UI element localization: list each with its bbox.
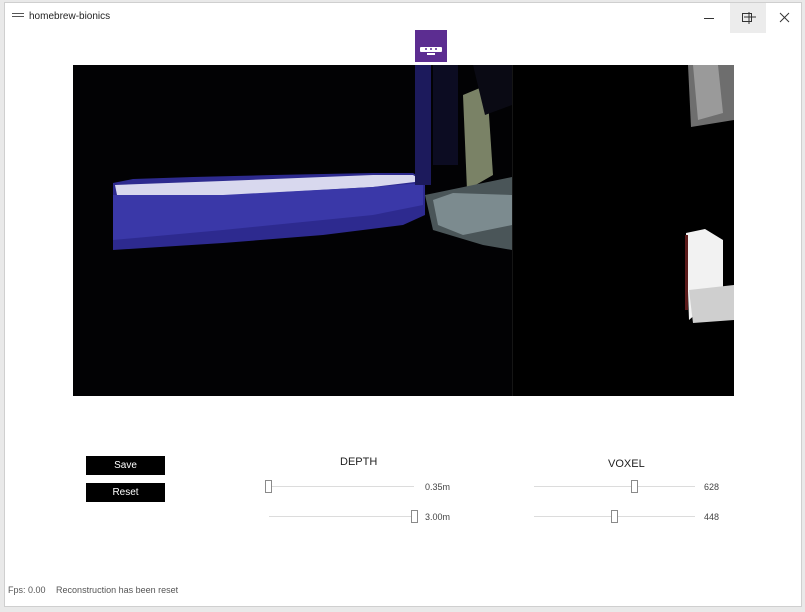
depth-max-slider[interactable] <box>269 510 418 523</box>
title-bar[interactable]: homebrew-bionics <box>5 3 801 33</box>
depth-camera-viewer[interactable] <box>73 65 734 396</box>
voxel-per-meter-slider[interactable] <box>534 480 695 493</box>
close-icon <box>779 12 790 23</box>
reconstruction-view <box>73 65 512 396</box>
depth-min-value: 0.35m <box>425 482 451 492</box>
depth-max-value: 3.00m <box>425 512 451 522</box>
close-button[interactable] <box>767 3 803 33</box>
depth-min-slider[interactable] <box>265 480 414 493</box>
status-message: Reconstruction has been reset <box>56 585 179 595</box>
slider-thumb[interactable] <box>631 480 638 493</box>
depth-view <box>513 65 734 396</box>
voxel-resolution-value: 448 <box>704 512 720 522</box>
voxel-resolution-slider[interactable] <box>534 510 695 523</box>
slider-thumb[interactable] <box>411 510 418 523</box>
voxel-label: VOXEL <box>608 458 645 470</box>
reset-button[interactable]: Reset <box>86 483 165 502</box>
app-window: homebrew-bionics Save Reset DEPTH 0.35m … <box>4 2 802 607</box>
depth-label: DEPTH <box>340 456 378 468</box>
maximize-button[interactable] <box>730 3 766 33</box>
fps-readout: Fps: 0.00 <box>8 585 46 595</box>
control-panel: Save Reset DEPTH 0.35m 3.00m VOXEL 628 4… <box>5 443 801 543</box>
hamburger-icon <box>12 13 24 21</box>
window-title: homebrew-bionics <box>29 11 111 22</box>
save-button[interactable]: Save <box>86 456 165 475</box>
kinect-icon <box>415 30 447 62</box>
slider-thumb[interactable] <box>265 480 272 493</box>
maximize-icon <box>742 12 756 24</box>
status-bar: Fps: 0.00 Reconstruction has been reset <box>8 585 186 595</box>
slider-thumb[interactable] <box>611 510 618 523</box>
voxel-per-meter-value: 628 <box>704 482 720 492</box>
minimize-icon <box>704 18 714 19</box>
minimize-button[interactable] <box>691 3 727 33</box>
